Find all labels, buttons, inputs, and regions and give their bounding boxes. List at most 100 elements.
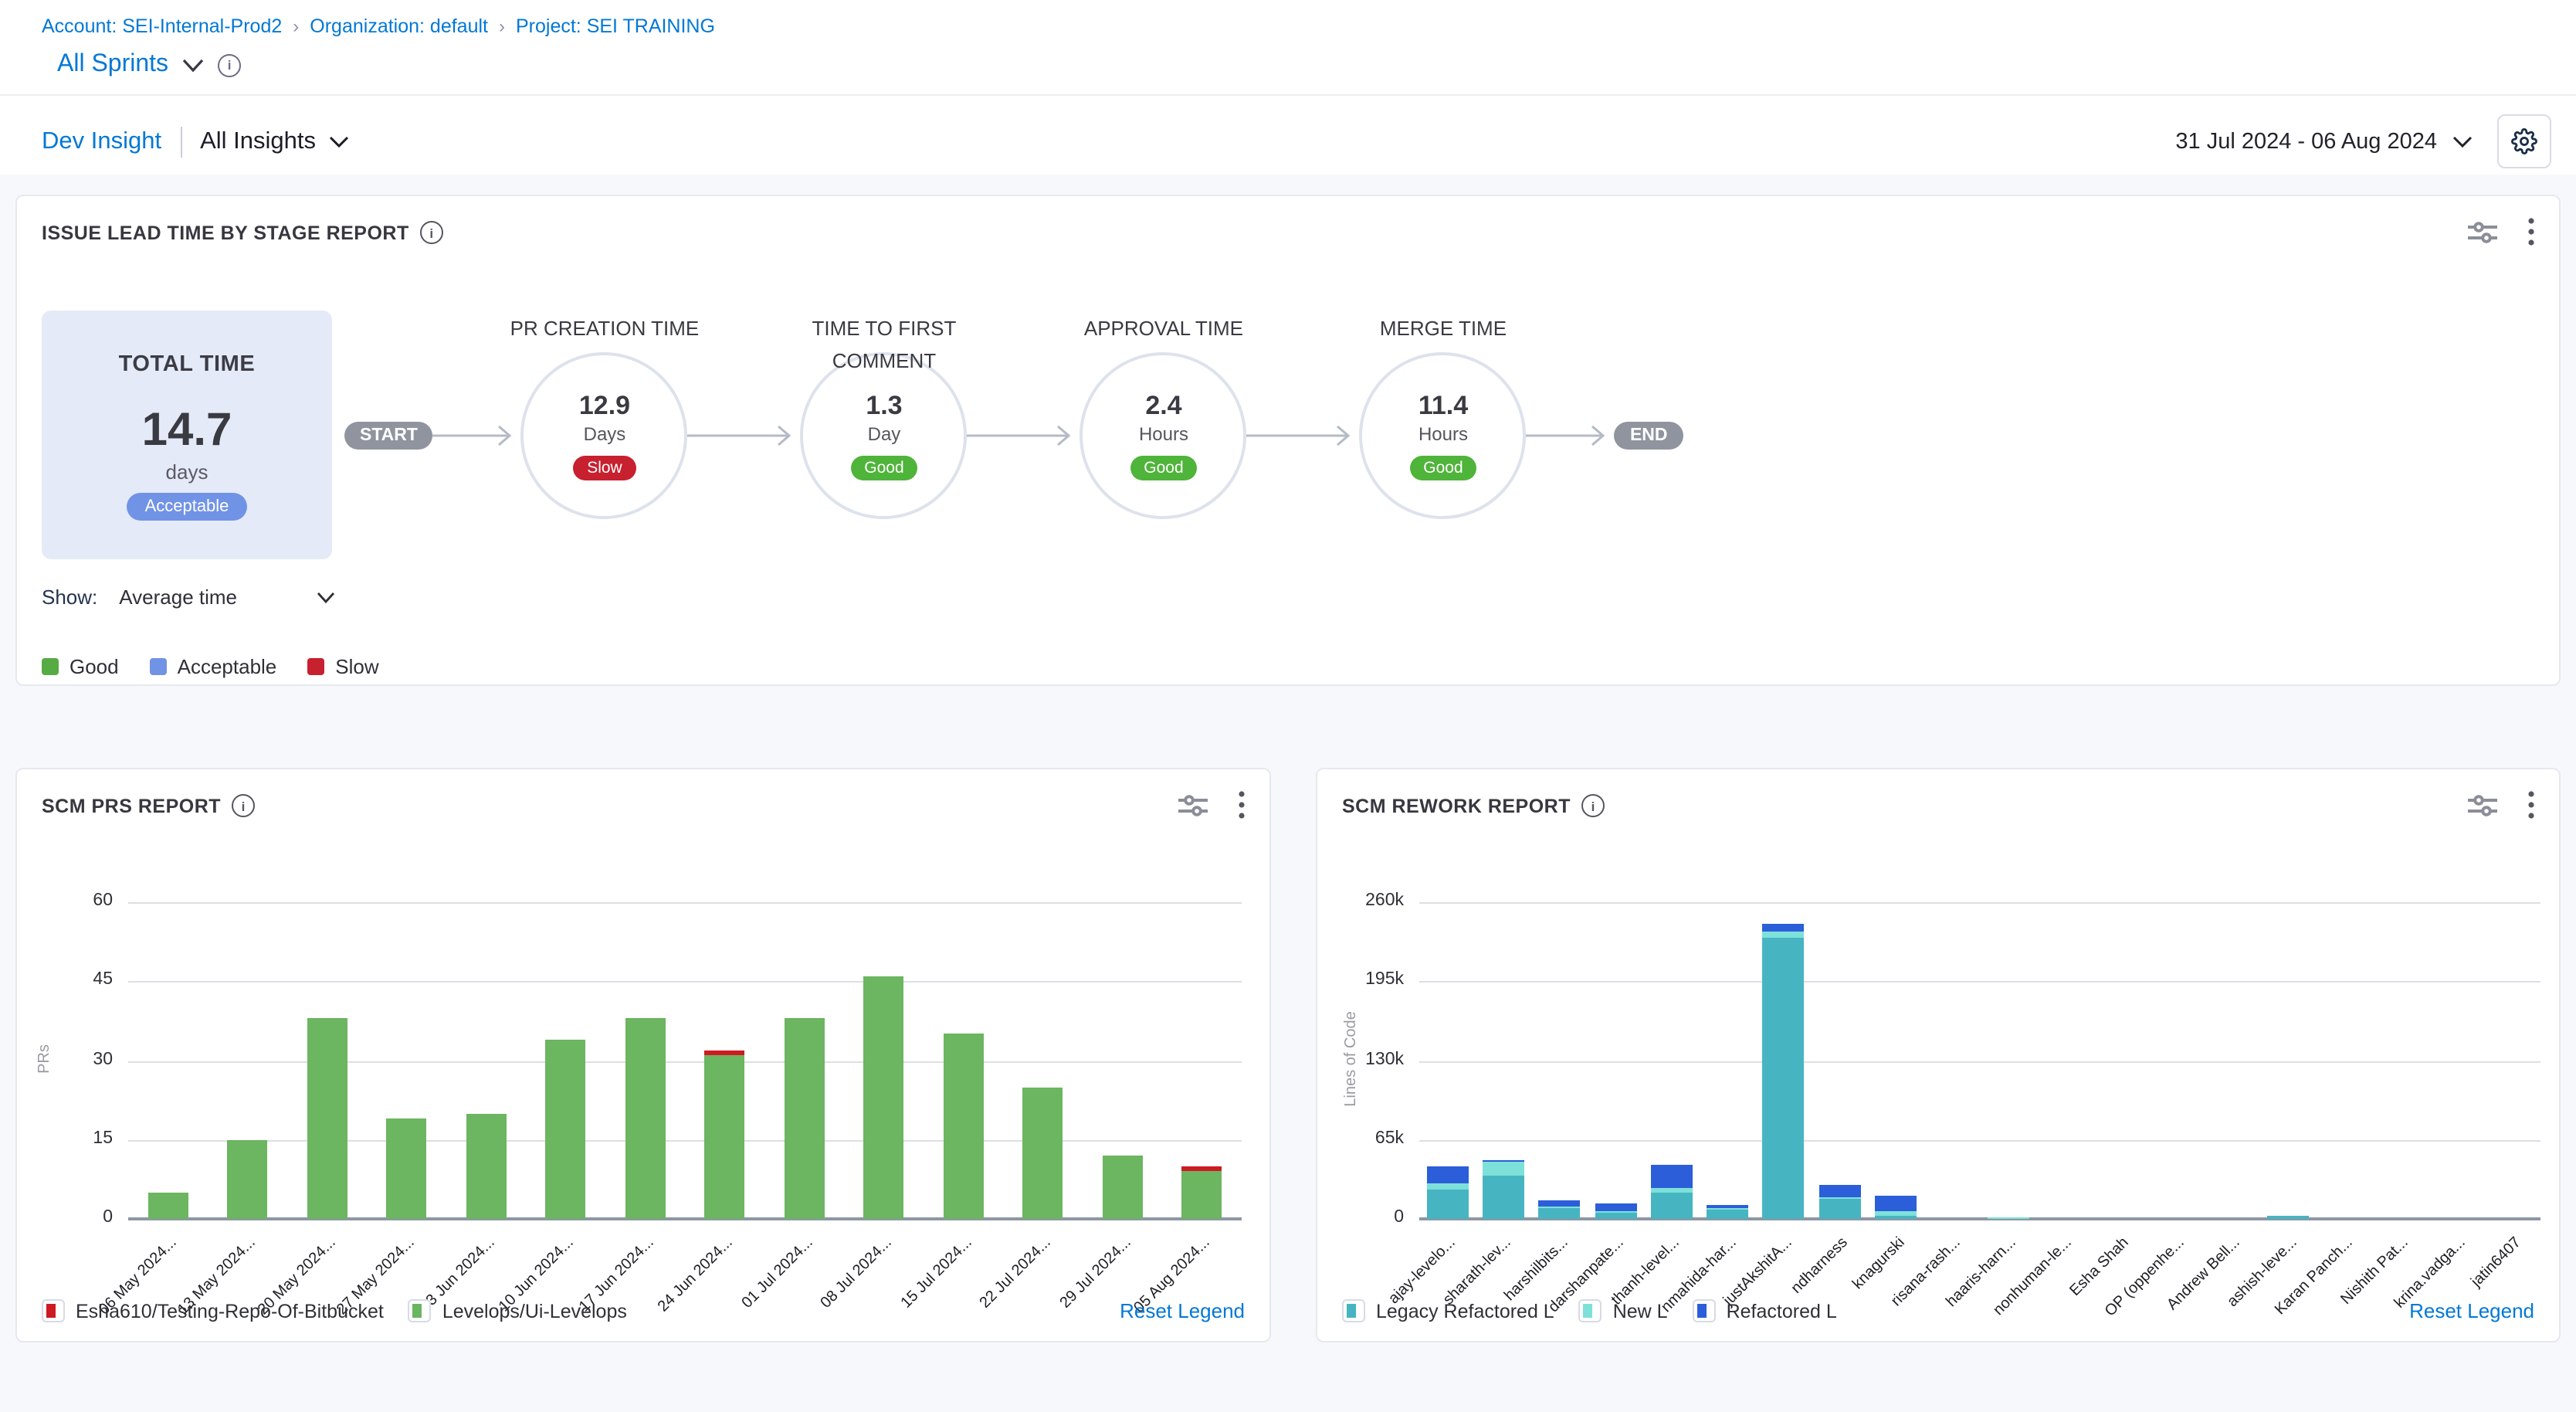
scm-rework-widget: SCM REWORK REPORT i Lines of Code 065k13… — [1316, 768, 2561, 1342]
legend-checkbox — [1579, 1299, 1602, 1322]
bar-segment[interactable] — [1483, 1163, 1524, 1176]
kebab-menu-icon[interactable] — [2528, 218, 2534, 246]
bar-segment[interactable] — [1539, 1200, 1581, 1207]
info-icon[interactable]: i — [420, 221, 443, 244]
bar-segment[interactable] — [1819, 1185, 1861, 1197]
date-range-picker[interactable]: 31 Jul 2024 - 06 Aug 2024 — [2175, 129, 2473, 154]
legend-item[interactable]: Esha610/Testing-Repo-Of-Bitbucket — [42, 1299, 384, 1322]
stage-unit: Days — [584, 423, 626, 444]
legend-label: Acceptable — [178, 655, 277, 678]
legend-item[interactable]: New L — [1579, 1299, 1668, 1322]
legend-label: Legacy Refactored L — [1376, 1300, 1554, 1322]
bar-segment[interactable] — [1595, 1203, 1636, 1210]
lead-time-legend: Good Acceptable Slow — [42, 655, 379, 678]
bar-segment[interactable] — [1763, 925, 1805, 932]
show-label: Show: — [42, 586, 97, 609]
bar-segment[interactable] — [1707, 1207, 1748, 1209]
bar-segment[interactable] — [1819, 1197, 1861, 1199]
bar-segment[interactable] — [148, 1193, 188, 1219]
stage-status-badge: Good — [850, 455, 917, 480]
bar-segment[interactable] — [546, 1040, 586, 1219]
stage-time-to-first-comment[interactable]: TIME TO FIRST COMMENT 1.3 Day Good — [801, 352, 968, 519]
bar-segment[interactable] — [705, 1055, 745, 1219]
settings-button[interactable] — [2497, 114, 2551, 168]
sprint-selector-label[interactable]: All Sprints — [57, 51, 168, 79]
bar-segment[interactable] — [387, 1118, 427, 1219]
widget-title: ISSUE LEAD TIME BY STAGE REPORT — [42, 222, 409, 243]
breadcrumb-account[interactable]: Account: SEI-Internal-Prod2 — [42, 15, 282, 37]
bar-segment[interactable] — [1483, 1176, 1524, 1219]
bar-segment[interactable] — [1539, 1209, 1581, 1219]
show-dropdown[interactable]: Show: Average time — [42, 586, 335, 609]
start-badge: START — [344, 422, 433, 450]
bar-segment[interactable] — [1539, 1207, 1581, 1209]
legend-label: Slow — [335, 655, 378, 678]
bar-segment[interactable] — [1651, 1188, 1693, 1193]
info-icon[interactable]: i — [218, 53, 241, 76]
bar-segment[interactable] — [1763, 932, 1805, 938]
legend-item-acceptable: Acceptable — [150, 655, 277, 678]
bar-segment[interactable] — [1595, 1212, 1636, 1219]
bar-segment[interactable] — [1483, 1161, 1524, 1163]
insights-dropdown[interactable]: All Insights — [200, 127, 348, 155]
bar-segment[interactable] — [785, 1018, 825, 1219]
bar-segment[interactable] — [228, 1140, 268, 1220]
sprint-selector[interactable]: All Sprints i — [0, 37, 2576, 79]
bar-segment[interactable] — [705, 1050, 745, 1055]
bar-segment[interactable] — [944, 1034, 984, 1219]
scm-prs-legend: Esha610/Testing-Repo-Of-Bitbucket Levelo… — [42, 1299, 1245, 1322]
total-time-card: TOTAL TIME 14.7 days Acceptable — [42, 311, 332, 559]
legend-item[interactable]: Levelops/Ui-Levelops — [408, 1299, 627, 1322]
legend-item[interactable]: Legacy Refactored L — [1342, 1299, 1554, 1322]
y-axis-tick: 260k — [1333, 891, 1404, 910]
bar-segment[interactable] — [1819, 1198, 1861, 1219]
stage-value: 1.3 — [866, 392, 902, 418]
bar-segment[interactable] — [625, 1018, 666, 1219]
bar-segment[interactable] — [1707, 1209, 1748, 1219]
bar-segment[interactable] — [1595, 1210, 1636, 1212]
stage-approval-time[interactable]: APPROVAL TIME 2.4 Hours Good — [1080, 352, 1247, 519]
bar-segment[interactable] — [1763, 938, 1805, 1219]
bar-segment[interactable] — [864, 976, 904, 1219]
bar-segment[interactable] — [1426, 1189, 1468, 1219]
chevron-down-icon[interactable] — [182, 58, 204, 72]
total-time-value: 14.7 — [142, 408, 232, 454]
bar-segment[interactable] — [1426, 1167, 1468, 1183]
bar-segment[interactable] — [1023, 1087, 1063, 1219]
show-value: Average time — [119, 586, 237, 609]
x-axis-line — [1419, 1217, 2540, 1220]
stage-merge-time[interactable]: MERGE TIME 11.4 Hours Good — [1360, 352, 1527, 519]
scm-rework-chart: 065k130k195k260kajay-levelo...sharath-le… — [1317, 769, 2559, 1341]
bar-segment[interactable] — [1875, 1211, 1917, 1216]
breadcrumb-organization[interactable]: Organization: default — [310, 15, 488, 37]
bar-segment[interactable] — [1651, 1193, 1693, 1219]
legend-item[interactable]: Refactored L — [1693, 1299, 1837, 1322]
reset-legend-link[interactable]: Reset Legend — [2409, 1299, 2534, 1322]
stage-title: PR CREATION TIME — [504, 314, 705, 346]
bar-segment[interactable] — [1426, 1183, 1468, 1190]
bar-segment[interactable] — [1103, 1156, 1143, 1219]
bar-segment[interactable] — [1182, 1166, 1222, 1172]
bar-segment[interactable] — [1707, 1206, 1748, 1208]
bar-segment[interactable] — [1875, 1216, 1917, 1219]
bar-segment[interactable] — [307, 1018, 347, 1219]
gridline — [128, 902, 1242, 904]
bar-segment[interactable] — [1651, 1165, 1693, 1188]
bar-segment[interactable] — [1875, 1196, 1917, 1211]
bar-segment[interactable] — [466, 1113, 507, 1219]
reset-legend-link[interactable]: Reset Legend — [1120, 1299, 1245, 1322]
scm-prs-chart: 01530456006 May 2024...13 May 2024...20 … — [17, 769, 1269, 1341]
legend-swatch — [413, 1304, 422, 1318]
legend-checkbox — [1342, 1299, 1365, 1322]
chevron-down-icon — [328, 135, 348, 148]
stage-pr-creation-time[interactable]: PR CREATION TIME 12.9 Days Slow — [521, 352, 688, 519]
bar-segment[interactable] — [1182, 1172, 1222, 1220]
filter-sliders-icon[interactable] — [2468, 220, 2497, 243]
legend-label: Esha610/Testing-Repo-Of-Bitbucket — [76, 1300, 384, 1322]
bar-segment[interactable] — [2267, 1216, 2309, 1219]
stage-unit: Hours — [1139, 423, 1188, 444]
breadcrumb-project[interactable]: Project: SEI TRAINING — [516, 15, 715, 37]
legend-swatch — [1584, 1304, 1593, 1318]
tab-dev-insight[interactable]: Dev Insight — [42, 127, 161, 155]
bar-segment[interactable] — [1987, 1217, 2029, 1219]
